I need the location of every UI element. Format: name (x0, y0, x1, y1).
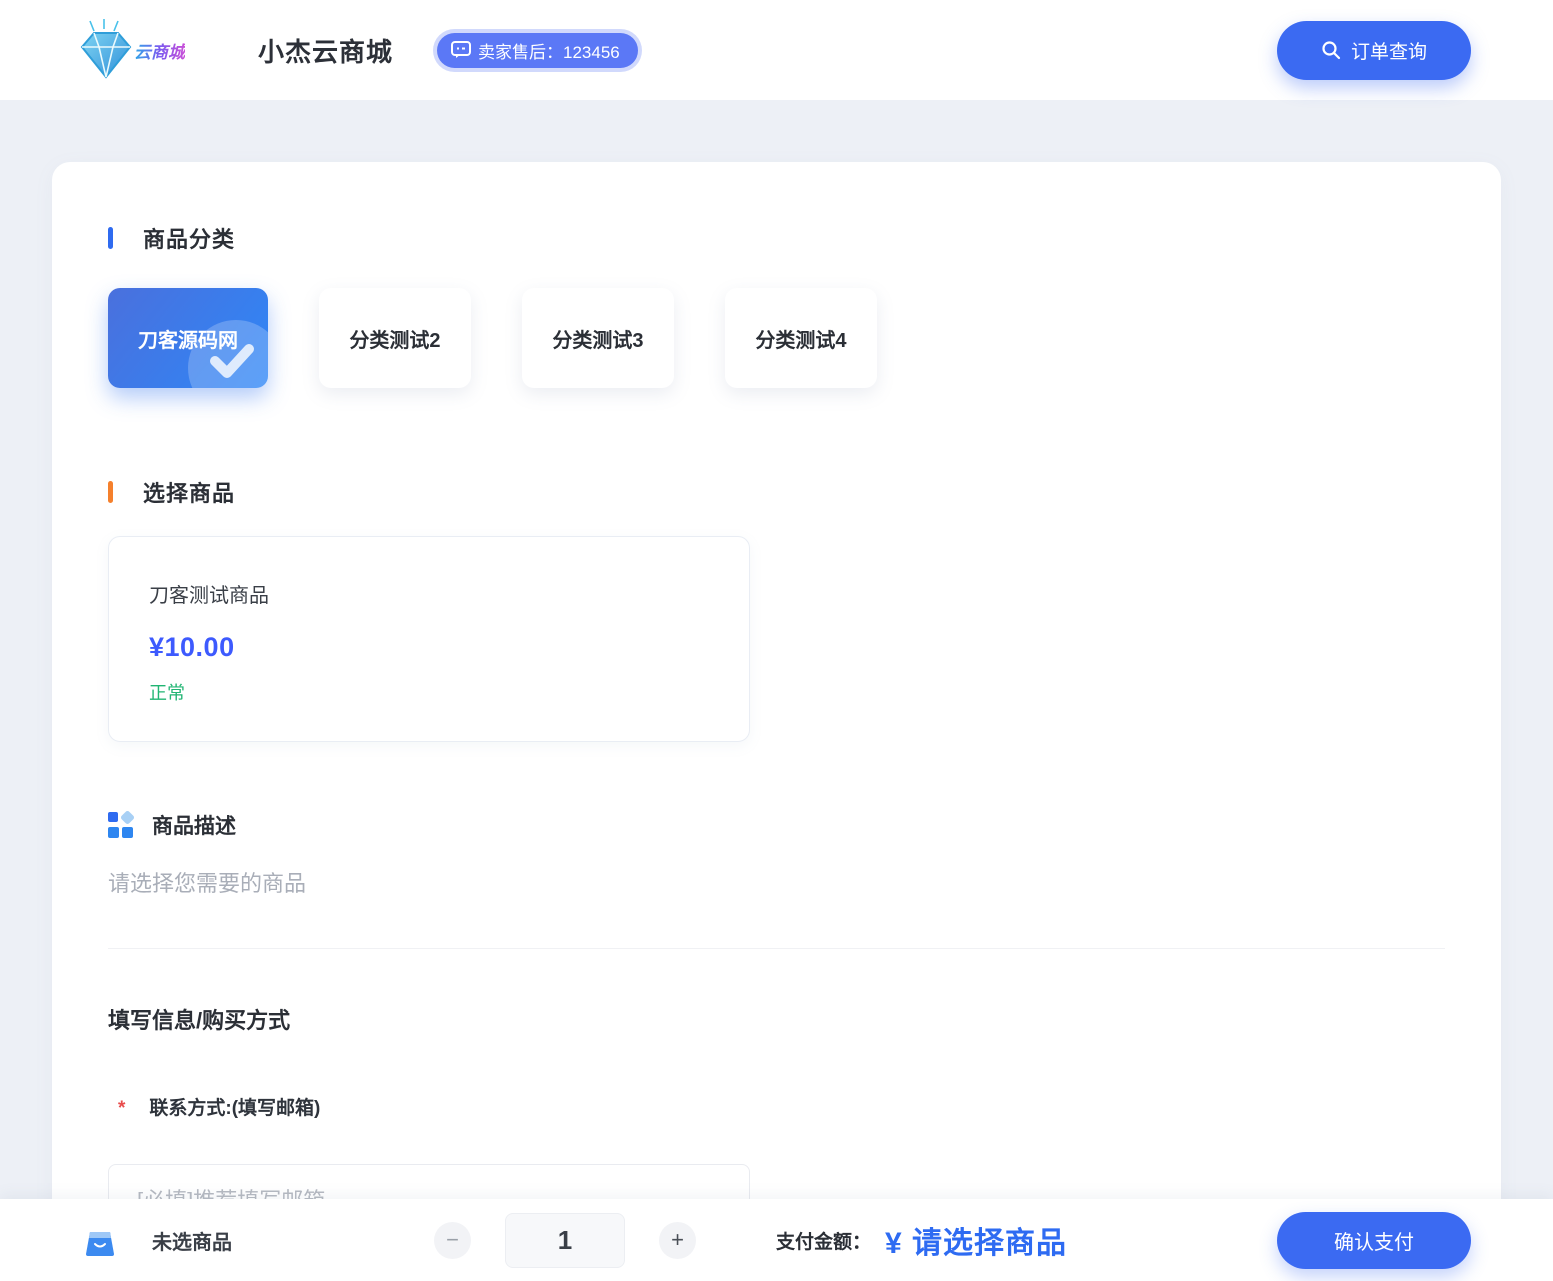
header: 云商城 小杰云商城 卖家售后：123456 订单查询 (0, 0, 1553, 100)
categories-section-title: 商品分类 (108, 222, 1445, 254)
quantity-minus-button[interactable]: − (434, 1222, 471, 1259)
categories-title: 商品分类 (143, 222, 235, 254)
divider (108, 948, 1445, 949)
search-icon (1321, 40, 1341, 60)
category-label: 分类测试4 (755, 324, 846, 353)
shopping-bag-icon (80, 1220, 120, 1260)
check-icon (205, 335, 257, 387)
blue-section-bar (108, 227, 113, 249)
category-item[interactable]: 分类测试3 (522, 288, 674, 388)
contact-field-label: * 联系方式:(填写邮箱) (108, 1093, 1445, 1120)
category-item[interactable]: 分类测试4 (725, 288, 877, 388)
category-item[interactable]: 分类测试2 (319, 288, 471, 388)
description-placeholder: 请选择您需要的商品 (108, 866, 1445, 898)
seller-support-text: 卖家售后：123456 (478, 38, 620, 63)
main-card: 商品分类 刀客源码网 分类测试2 分类测试3 分类测试4 选择商品 刀客测试商品 (52, 162, 1501, 1281)
order-query-label: 订单查询 (1351, 37, 1427, 64)
required-asterisk: * (118, 1098, 125, 1120)
selected-product-label: 未选商品 (152, 1226, 232, 1255)
quantity-input[interactable] (505, 1213, 625, 1268)
category-label: 分类测试3 (552, 324, 643, 353)
logo-text: 云商城 (134, 38, 185, 63)
description-title: 商品描述 (152, 810, 236, 840)
description-section: 商品描述 请选择您需要的商品 (108, 810, 1445, 949)
products-section-title: 选择商品 (108, 476, 1445, 508)
orange-section-bar (108, 481, 113, 503)
category-item-selected[interactable]: 刀客源码网 (108, 288, 268, 388)
checkout-bar: 未选商品 − + 支付金额： ¥ 请选择商品 确认支付 (0, 1199, 1553, 1281)
form-title: 填写信息/购买方式 (108, 1003, 1445, 1035)
quantity-plus-button[interactable]: + (659, 1222, 696, 1259)
diamond-logo-icon (80, 19, 132, 81)
grid-icon (108, 812, 134, 838)
product-status: 正常 (149, 679, 709, 705)
product-name: 刀客测试商品 (149, 579, 709, 608)
pay-amount-label: 支付金额： (776, 1227, 871, 1254)
product-price: ¥10.00 (149, 632, 709, 663)
site-logo[interactable]: 云商城 (80, 19, 200, 81)
products-title: 选择商品 (143, 476, 235, 508)
category-label: 分类测试2 (349, 324, 440, 353)
page-title: 小杰云商城 (258, 32, 393, 69)
chat-icon (451, 41, 471, 59)
confirm-pay-button[interactable]: 确认支付 (1277, 1212, 1471, 1269)
pay-amount-group: 支付金额： ¥ 请选择商品 (776, 1218, 1067, 1262)
seller-support-badge[interactable]: 卖家售后：123456 (437, 33, 638, 68)
category-list: 刀客源码网 分类测试2 分类测试3 分类测试4 (108, 288, 1445, 388)
order-query-button[interactable]: 订单查询 (1277, 21, 1471, 80)
product-card[interactable]: 刀客测试商品 ¥10.00 正常 (108, 536, 750, 742)
products-section: 选择商品 刀客测试商品 ¥10.00 正常 (108, 476, 1445, 742)
quantity-stepper: − + (434, 1213, 696, 1268)
pay-amount-value: ¥ 请选择商品 (885, 1218, 1067, 1262)
contact-label: 联系方式:(填写邮箱) (149, 1093, 320, 1120)
